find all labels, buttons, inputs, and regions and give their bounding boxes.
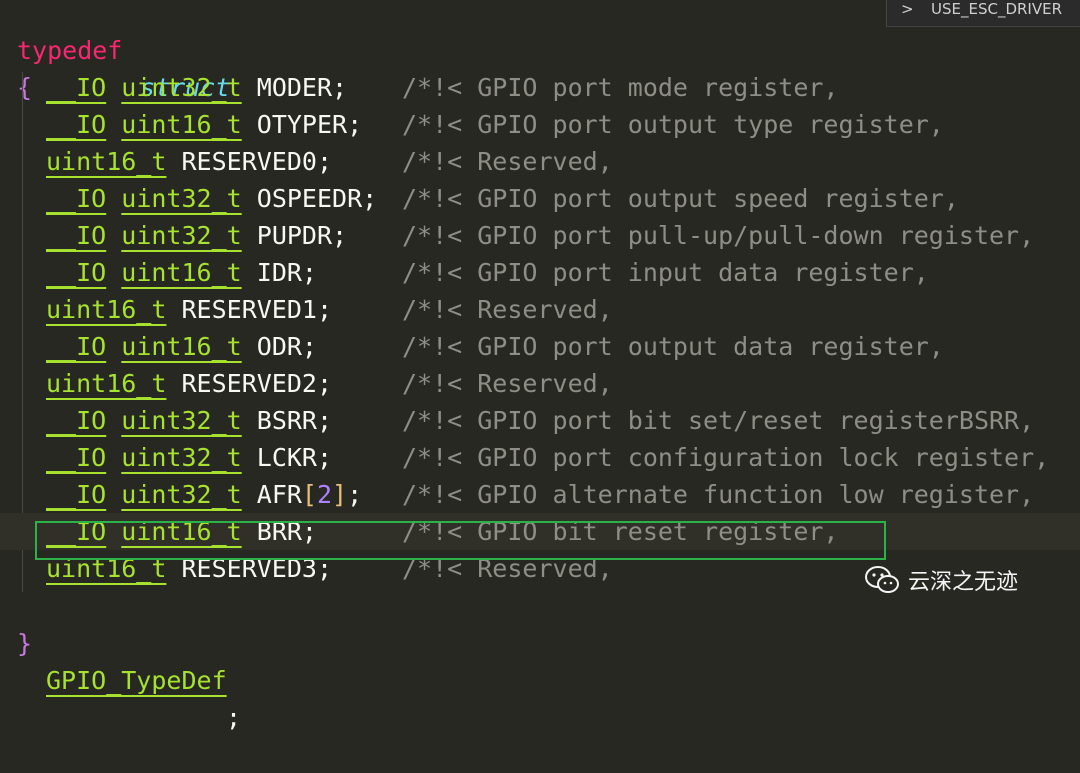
chevron-right-icon: >	[901, 0, 914, 18]
member-name: IDR;	[256, 258, 317, 287]
type-name: uint32_t	[121, 73, 242, 102]
breadcrumb-text: USE_ESC_DRIVER	[931, 0, 1063, 18]
type-name: uint32_t	[121, 443, 242, 472]
close-brace: }	[17, 629, 33, 658]
code-line: __IO uint32_t MODER; /*!< GPIO port mode …	[0, 69, 1080, 106]
code-editor[interactable]: typedef struct { __IO uint32_t MODER;/*!…	[0, 0, 1080, 732]
type-name: uint16_t	[46, 147, 167, 176]
declaration: __IO uint32_t PUPDR;	[46, 217, 347, 254]
array-size: 2	[316, 480, 333, 509]
io-qualifier: __IO	[46, 480, 107, 509]
member-name: PUPDR;	[256, 221, 348, 250]
member-name: RESERVED0;	[181, 147, 332, 176]
line-open-brace: {	[0, 32, 1080, 102]
line-comment: /*!< GPIO port output type register,	[402, 110, 944, 139]
member-name: OSPEEDR;	[256, 184, 378, 213]
declaration: __IO uint32_t AFR[2];	[46, 476, 362, 513]
close-bracket: ]	[332, 480, 348, 509]
watermark: 云深之无迹	[864, 558, 1018, 602]
declaration: uint16_t RESERVED0;	[46, 143, 332, 180]
line-comment: /*!< GPIO alternate function low registe…	[402, 480, 1035, 509]
member-name: OTYPER;	[256, 110, 363, 139]
io-qualifier: __IO	[46, 406, 107, 435]
code-line: __IO uint32_t AFR[2]; /*!< GPIO alternate…	[0, 476, 1080, 513]
declaration: __IO uint32_t OSPEEDR;	[46, 180, 377, 217]
declaration: __IO uint16_t ODR;	[46, 328, 317, 365]
watermark-text: 云深之无迹	[908, 570, 1019, 595]
breadcrumb-panel[interactable]: > USE_ESC_DRIVER	[886, 0, 1080, 27]
declaration: __IO uint32_t BSRR;	[46, 402, 332, 439]
declaration: __IO uint16_t OTYPER;	[46, 106, 362, 143]
member-name: MODER;	[256, 73, 348, 102]
type-name: uint32_t	[121, 480, 242, 509]
declaration: uint16_t RESERVED1;	[46, 291, 332, 328]
declaration: __IO uint32_t MODER;	[46, 69, 347, 106]
member-name: RESERVED2;	[181, 369, 332, 398]
line-comment: /*!< GPIO port input data register,	[402, 258, 929, 287]
declaration: __IO uint16_t IDR;	[46, 254, 317, 291]
line-comment: /*!< Reserved,	[402, 147, 613, 176]
code-line: __IO uint32_t OSPEEDR; /*!< GPIO port out…	[0, 180, 1080, 217]
line-comment: /*!< GPIO port configuration lock regist…	[402, 443, 1050, 472]
code-line: __IO uint32_t LCKR; /*!< GPIO port config…	[0, 439, 1080, 476]
member-name: LCKR;	[256, 443, 333, 472]
line-comment: /*!< Reserved,	[402, 369, 613, 398]
wechat-icon	[865, 566, 899, 593]
line-comment: /*!< GPIO port output data register,	[402, 332, 944, 361]
line-comment: /*!< GPIO port pull-up/pull-down registe…	[402, 221, 1035, 250]
member-name: ODR;	[256, 332, 317, 361]
member-name: RESERVED1;	[181, 295, 332, 324]
io-qualifier: __IO	[46, 221, 107, 250]
type-name: uint16_t	[121, 110, 242, 139]
code-line: __IO uint32_t BSRR; /*!< GPIO port bit se…	[0, 402, 1080, 439]
declaration: uint16_t RESERVED2;	[46, 365, 332, 402]
type-name: uint32_t	[121, 406, 242, 435]
line-comment: /*!< GPIO port bit set/reset registerBSR…	[402, 406, 1035, 435]
type-name: uint16_t	[121, 332, 242, 361]
code-line: uint16_t RESERVED0; /*!< Reserved,	[0, 143, 1080, 180]
line-comment: /*!< GPIO port output speed register,	[402, 184, 959, 213]
code-line: __IO uint16_t ODR; /*!< GPIO port output …	[0, 328, 1080, 365]
io-qualifier: __IO	[46, 443, 107, 472]
line-comment: /*!< Reserved,	[402, 295, 613, 324]
type-name: uint16_t	[46, 369, 167, 398]
highlight-box	[35, 521, 886, 560]
semicolon: ;	[226, 703, 242, 732]
type-name: uint32_t	[121, 184, 242, 213]
semicolon: ;	[347, 480, 363, 509]
io-qualifier: __IO	[46, 332, 107, 361]
code-line: uint16_t RESERVED1; /*!< Reserved,	[0, 291, 1080, 328]
io-qualifier: __IO	[46, 110, 107, 139]
code-line: uint16_t RESERVED2; /*!< Reserved,	[0, 365, 1080, 402]
code-line: __IO uint16_t OTYPER; /*!< GPIO port outp…	[0, 106, 1080, 143]
code-line: __IO uint32_t PUPDR; /*!< GPIO port pull-…	[0, 217, 1080, 254]
line-comment: /*!< GPIO port mode register,	[402, 73, 839, 102]
io-qualifier: __IO	[46, 73, 107, 102]
code-line: __IO uint16_t IDR; /*!< GPIO port input d…	[0, 254, 1080, 291]
io-qualifier: __IO	[46, 184, 107, 213]
member-name: BSRR;	[256, 406, 333, 435]
typedef-name: GPIO_TypeDef	[46, 666, 227, 695]
open-bracket: [	[301, 480, 317, 509]
io-qualifier: __IO	[46, 258, 107, 287]
member-name: AFR	[256, 480, 302, 509]
declaration: __IO uint32_t LCKR;	[46, 439, 332, 476]
type-name: uint16_t	[121, 258, 242, 287]
type-name: uint16_t	[46, 295, 167, 324]
type-name: uint32_t	[121, 221, 242, 250]
